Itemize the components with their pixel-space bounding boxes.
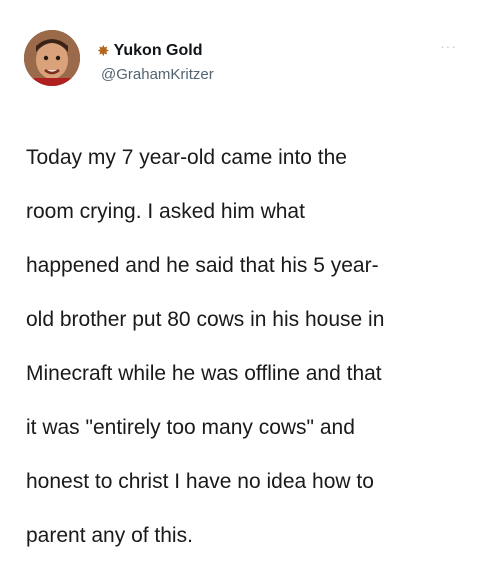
avatar[interactable] bbox=[24, 30, 80, 86]
tweet-text-line: old brother put 80 cows in his house in bbox=[26, 308, 385, 331]
tweet-text-line: it was "entirely too many cows" and bbox=[26, 416, 355, 439]
author-display-name[interactable]: Yukon Gold bbox=[114, 42, 203, 60]
tweet-text-line: room crying. I asked him what bbox=[26, 200, 305, 223]
author-handle[interactable]: @GrahamKritzer bbox=[101, 66, 214, 83]
tweet-text-line: Today my 7 year-old came into the bbox=[26, 146, 347, 169]
author-name-row[interactable]: ✸ Yukon Gold bbox=[97, 42, 202, 60]
tweet-text-line: parent any of this. bbox=[26, 524, 193, 547]
tweet-text-line: happened and he said that his 5 year- bbox=[26, 254, 379, 277]
tweet-card: ✸ Yukon Gold @GrahamKritzer ··· Today my… bbox=[0, 0, 480, 547]
tweet-text-line: Minecraft while he was offline and that bbox=[26, 362, 382, 385]
avatar-image bbox=[24, 30, 80, 86]
tweet-text-line: honest to christ I have no idea how to bbox=[26, 470, 374, 493]
maple-leaf-star-icon: ✸ bbox=[97, 42, 110, 60]
more-options-icon[interactable]: ··· bbox=[440, 38, 457, 54]
tweet-text: Today my 7 year-old came into the room c… bbox=[26, 117, 466, 576]
